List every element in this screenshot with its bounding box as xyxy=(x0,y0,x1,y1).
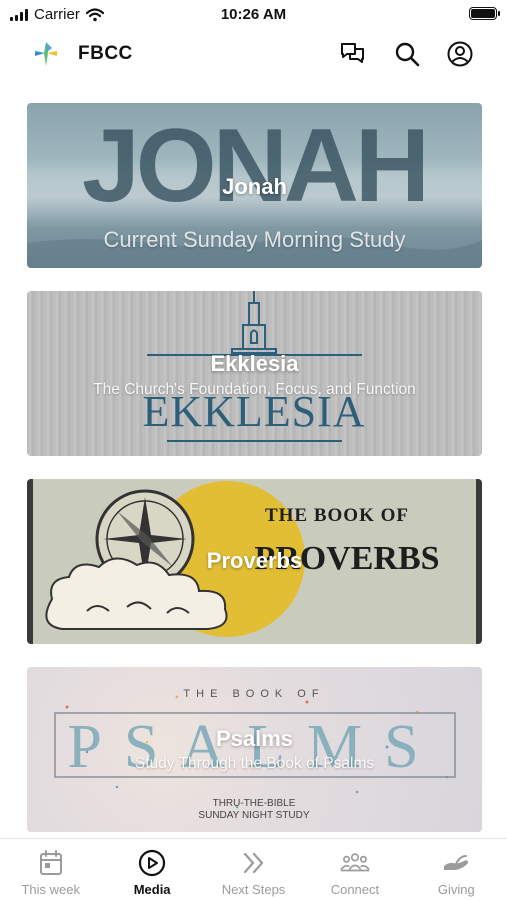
card-title: Proverbs xyxy=(206,548,303,573)
profile-button[interactable] xyxy=(444,38,476,70)
tab-label: This week xyxy=(21,882,80,897)
status-bar: Carrier 10:26 AM xyxy=(0,0,507,30)
chat-bubbles-icon xyxy=(341,43,364,63)
tab-connect[interactable]: Connect xyxy=(304,839,405,900)
status-time: 10:26 AM xyxy=(220,6,287,23)
bottom-tab-bar: This week Media Next Steps Connect Givin… xyxy=(0,838,507,900)
card-title: Jonah xyxy=(222,174,287,199)
jonah-art-text: JONAH xyxy=(82,108,426,224)
tab-label: Giving xyxy=(437,882,475,897)
messages-button[interactable] xyxy=(337,38,369,70)
psalms-art-top: THE BOOK OF xyxy=(183,688,324,700)
search-button[interactable] xyxy=(391,38,423,70)
calendar-icon xyxy=(39,850,62,875)
card-subtitle: Current Sunday Morning Study xyxy=(103,227,406,252)
psalms-art-bottom1: THRU-THE-BIBLE xyxy=(213,798,296,809)
tab-media[interactable]: Media xyxy=(101,839,202,900)
tab-next-steps[interactable]: Next Steps xyxy=(203,839,304,900)
church-logo-icon xyxy=(35,42,57,66)
series-card-psalms[interactable]: THE BOOK OF PSALMS THRU-THE-BIBLE SUNDAY… xyxy=(27,667,482,832)
psalms-art-bottom2: SUNDAY NIGHT STUDY xyxy=(198,810,309,821)
tab-this-week[interactable]: This week xyxy=(0,839,101,900)
app-header: FBCC xyxy=(0,32,507,76)
tab-label: Media xyxy=(133,882,171,897)
tab-label: Connect xyxy=(330,882,380,897)
search-icon xyxy=(395,42,420,67)
double-chevron-icon xyxy=(243,852,263,874)
card-subtitle: The Church's Foundation, Focus, and Func… xyxy=(93,381,416,398)
account-icon xyxy=(447,41,473,67)
series-card-jonah[interactable]: JONAH Jonah Current Sunday Morning Study xyxy=(27,103,482,268)
app-title: FBCC xyxy=(78,43,133,64)
card-title: Ekklesia xyxy=(210,351,299,376)
giving-hand-icon xyxy=(444,855,469,870)
series-card-proverbs[interactable]: THE BOOK OF PROVERBS Proverbs xyxy=(27,479,482,644)
media-series-list: JONAH Jonah Current Sunday Morning Study… xyxy=(27,103,482,855)
play-circle-icon xyxy=(139,849,166,877)
series-card-ekklesia[interactable]: EKKLESIA Ekklesia The Church's Foundatio… xyxy=(27,291,482,456)
proverbs-art-line1: THE BOOK OF xyxy=(265,505,409,526)
people-icon xyxy=(340,853,370,872)
tab-giving[interactable]: Giving xyxy=(406,839,507,900)
card-title: Psalms xyxy=(215,726,294,751)
battery-icon xyxy=(469,7,500,20)
card-subtitle: Study Through the Book of Psalms xyxy=(134,755,375,772)
tab-label: Next Steps xyxy=(221,882,286,897)
